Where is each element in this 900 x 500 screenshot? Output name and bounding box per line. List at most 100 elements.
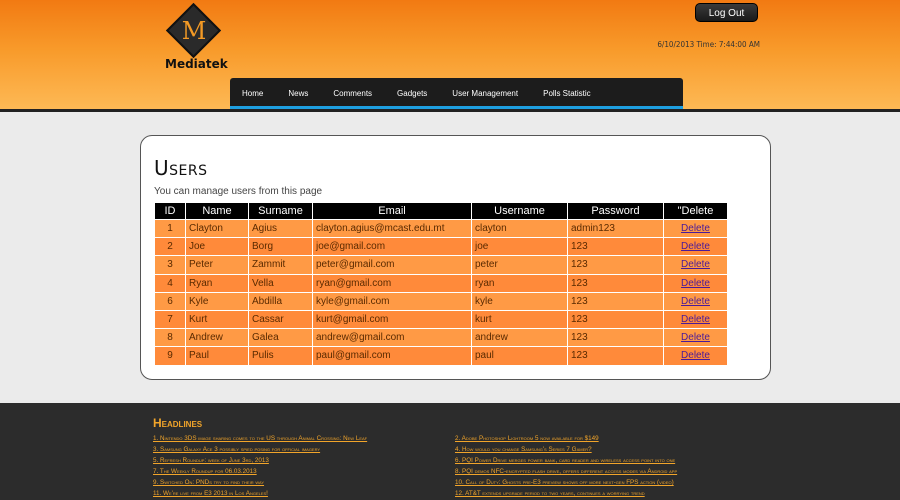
cell-surname: Borg	[248, 237, 313, 257]
cell-username: andrew	[471, 328, 568, 348]
cell-username: paul	[471, 346, 568, 366]
delete-link[interactable]: Delete	[681, 314, 710, 325]
cell-password: 123	[567, 291, 664, 311]
cell-email: paul@gmail.com	[312, 346, 472, 366]
cell-surname: Pulis	[248, 346, 313, 366]
logo[interactable]: M Mediatek	[165, 2, 228, 72]
cell-surname: Cassar	[248, 309, 313, 330]
cell-id: 2	[154, 237, 186, 257]
logo-letter: M	[181, 17, 207, 45]
headlines-right-column: 2. Adobe Photoshop Lightroom 5 now avail…	[455, 433, 677, 500]
col-header-id: ID	[154, 202, 186, 220]
cell-username: ryan	[471, 273, 568, 293]
cell-name: Paul	[185, 346, 249, 366]
footer: Headlines 1. Nintendo 3DS image sharing …	[0, 403, 900, 500]
cell-delete: Delete	[663, 255, 728, 275]
headline-link[interactable]: 3. Samsung Galaxy Ace 3 possibly spied p…	[153, 444, 367, 455]
cell-id: 4	[154, 273, 186, 293]
headline-link[interactable]: 8. PQI demos NFC-encrypted flash drive, …	[455, 466, 677, 477]
nav-item-polls-statistic[interactable]: Polls Statistic	[543, 89, 591, 98]
table-row: 8 Andrew Galea andrew@gmail.com andrew 1…	[154, 328, 728, 348]
logout-button[interactable]: Log Out	[695, 3, 758, 22]
headline-link[interactable]: 2. Adobe Photoshop Lightroom 5 now avail…	[455, 433, 677, 444]
nav-item-gadgets[interactable]: Gadgets	[397, 89, 427, 98]
cell-name: Clayton	[185, 218, 249, 239]
cell-email: clayton.agius@mcast.edu.mt	[312, 218, 472, 239]
cell-password: 123	[567, 273, 664, 293]
page-subtitle: You can manage users from this page	[154, 186, 323, 197]
cell-surname: Galea	[248, 328, 313, 348]
headline-link[interactable]: 6. PQI Power Drive merges power bank, ca…	[455, 455, 677, 466]
table-row: 9 Paul Pulis paul@gmail.com paul 123 Del…	[154, 346, 728, 366]
cell-delete: Delete	[663, 273, 728, 293]
delete-link[interactable]: Delete	[681, 223, 710, 234]
cell-name: Peter	[185, 255, 249, 275]
page-title: Users	[154, 156, 208, 180]
headline-link[interactable]: 5. Refresh Roundup: week of June 3rd, 20…	[153, 455, 367, 466]
col-header-delete: "Delete	[663, 202, 728, 220]
cell-name: Kyle	[185, 291, 249, 311]
cell-email: andrew@gmail.com	[312, 328, 472, 348]
headline-link[interactable]: 4. How would you change Samsung's Series…	[455, 444, 677, 455]
cell-password: 123	[567, 309, 664, 330]
table-header-row: ID Name Surname Email Username Password …	[154, 202, 728, 220]
table-row: 3 Peter Zammit peter@gmail.com peter 123…	[154, 255, 728, 275]
cell-name: Ryan	[185, 273, 249, 293]
nav-item-news[interactable]: News	[288, 89, 308, 98]
cell-id: 3	[154, 255, 186, 275]
cell-password: 123	[567, 346, 664, 366]
cell-id: 1	[154, 218, 186, 239]
cell-id: 8	[154, 328, 186, 348]
cell-delete: Delete	[663, 291, 728, 311]
delete-link[interactable]: Delete	[681, 296, 710, 307]
table-row: 7 Kurt Cassar kurt@gmail.com kurt 123 De…	[154, 309, 728, 330]
cell-delete: Delete	[663, 237, 728, 257]
table-row: 1 Clayton Agius clayton.agius@mcast.edu.…	[154, 218, 728, 239]
cell-email: kurt@gmail.com	[312, 309, 472, 330]
cell-surname: Zammit	[248, 255, 313, 275]
cell-email: peter@gmail.com	[312, 255, 472, 275]
nav-item-user-management[interactable]: User Management	[452, 89, 518, 98]
table-row: 2 Joe Borg joe@gmail.com joe 123 Delete	[154, 237, 728, 257]
datetime: 6/10/2013 Time: 7:44:00 AM	[657, 40, 760, 49]
nav-accent-bar	[230, 106, 683, 109]
cell-username: kurt	[471, 309, 568, 330]
table-row: 4 Ryan Vella ryan@gmail.com ryan 123 Del…	[154, 273, 728, 293]
cell-password: admin123	[567, 218, 664, 239]
headline-link[interactable]: 10. Call of Duty: Ghosts pre-E3 preview …	[455, 477, 677, 488]
headline-link[interactable]: 1. Nintendo 3DS image sharing comes to t…	[153, 433, 367, 444]
cell-surname: Abdilla	[248, 291, 313, 311]
headline-link[interactable]: 9. Switched On: PNDs try to find their w…	[153, 477, 367, 488]
cell-name: Kurt	[185, 309, 249, 330]
cell-name: Andrew	[185, 328, 249, 348]
cell-username: joe	[471, 237, 568, 257]
col-header-name: Name	[185, 202, 249, 220]
delete-link[interactable]: Delete	[681, 278, 710, 289]
cell-username: clayton	[471, 218, 568, 239]
users-table: ID Name Surname Email Username Password …	[154, 202, 728, 366]
cell-email: joe@gmail.com	[312, 237, 472, 257]
delete-link[interactable]: Delete	[681, 332, 710, 343]
delete-link[interactable]: Delete	[681, 241, 710, 252]
headline-link[interactable]: 11. We're live from E3 2013 in Los Angel…	[153, 488, 367, 499]
headlines-left-column: 1. Nintendo 3DS image sharing comes to t…	[153, 433, 367, 500]
col-header-password: Password	[567, 202, 664, 220]
headline-link[interactable]: 7. The Weekly Roundup for 06.03.2013	[153, 466, 367, 477]
cell-id: 6	[154, 291, 186, 311]
cell-name: Joe	[185, 237, 249, 257]
delete-link[interactable]: Delete	[681, 259, 710, 270]
nav-item-home[interactable]: Home	[242, 89, 263, 98]
cell-username: peter	[471, 255, 568, 275]
cell-delete: Delete	[663, 309, 728, 330]
cell-surname: Agius	[248, 218, 313, 239]
col-header-email: Email	[312, 202, 472, 220]
delete-link[interactable]: Delete	[681, 350, 710, 361]
nav-item-comments[interactable]: Comments	[333, 89, 372, 98]
cell-surname: Vella	[248, 273, 313, 293]
logo-text: Mediatek	[165, 57, 228, 71]
headline-link[interactable]: 12. AT&T extends upgrade period to two y…	[455, 488, 677, 499]
cell-password: 123	[567, 328, 664, 348]
cell-delete: Delete	[663, 218, 728, 239]
col-header-surname: Surname	[248, 202, 313, 220]
cell-delete: Delete	[663, 346, 728, 366]
